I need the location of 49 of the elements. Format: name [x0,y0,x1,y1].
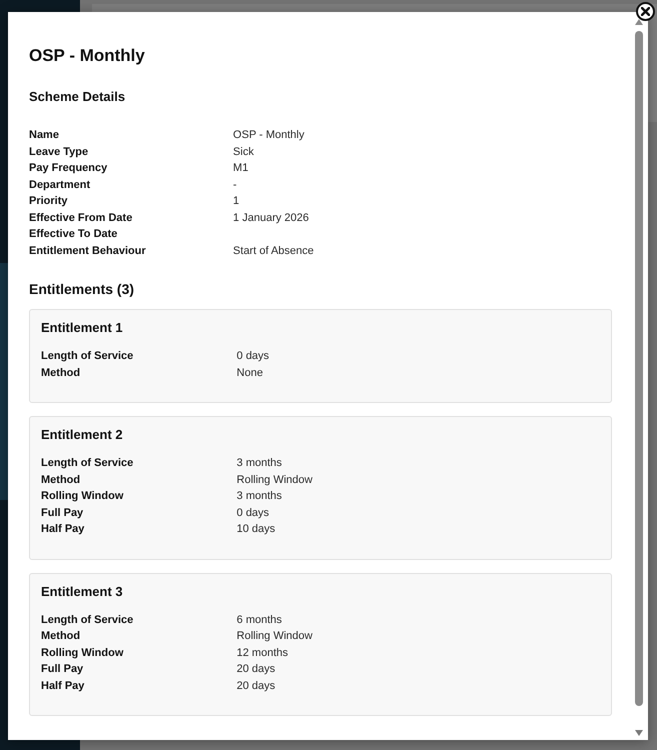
field-label: Full Pay [41,662,84,677]
field-value: 1 [233,194,240,209]
field-value: Rolling Window [236,629,314,644]
field-label: Rolling Window [41,489,124,504]
field-value: OSP - Monthly [233,128,306,143]
field-label: Leave Type [29,144,90,160]
field-label: Length of Service [41,349,134,364]
field-label: Effective To Date [29,227,118,242]
field-label: Department [29,178,92,192]
caret-down-icon[interactable] [635,730,643,736]
field-label: Method [41,366,82,380]
modal-title: OSP - Monthly [29,45,146,67]
field-label: Length of Service [41,612,134,628]
field-label: Effective From Date [29,210,134,226]
field-value: 20 days [236,662,276,677]
section-heading: Scheme Details [29,88,126,106]
field-value: 6 months [236,612,283,628]
caret-up-icon[interactable] [635,19,643,25]
field-label: Method [41,472,82,488]
field-value: Sick [233,144,255,160]
field-value: None [236,366,264,380]
field-value: 3 months [236,456,283,471]
field-value: 10 days [236,522,276,537]
field-value: Rolling Window [236,472,314,488]
field-label: Full Pay [41,506,84,520]
field-label: Method [41,629,82,644]
field-label: Half Pay [41,522,86,537]
field-value: 3 months [236,489,283,504]
scrollbar-thumb[interactable] [635,31,643,706]
card-title: Entitlement 1 [41,319,124,337]
field-label: Rolling Window [41,646,124,660]
field-value: 20 days [236,678,276,694]
field-value: 1 January 2026 [233,210,310,226]
card-title: Entitlement 3 [41,582,124,600]
field-value: 0 days [236,506,270,520]
field-label: Pay Frequency [29,161,108,176]
field-value: 0 days [236,349,270,364]
field-value: M1 [233,161,250,176]
field-label: Priority [29,194,69,209]
card-title: Entitlement 2 [41,426,124,444]
field-label: Entitlement Behaviour [29,244,147,258]
field-label: Length of Service [41,456,134,471]
section-heading: Entitlements (3) [29,280,136,299]
field-value: 12 months [236,646,290,660]
field-value: Start of Absence [233,244,315,258]
close-icon [641,7,650,16]
field-label: Half Pay [41,678,86,694]
field-value: - [233,178,238,192]
field-label: Name [29,128,60,143]
